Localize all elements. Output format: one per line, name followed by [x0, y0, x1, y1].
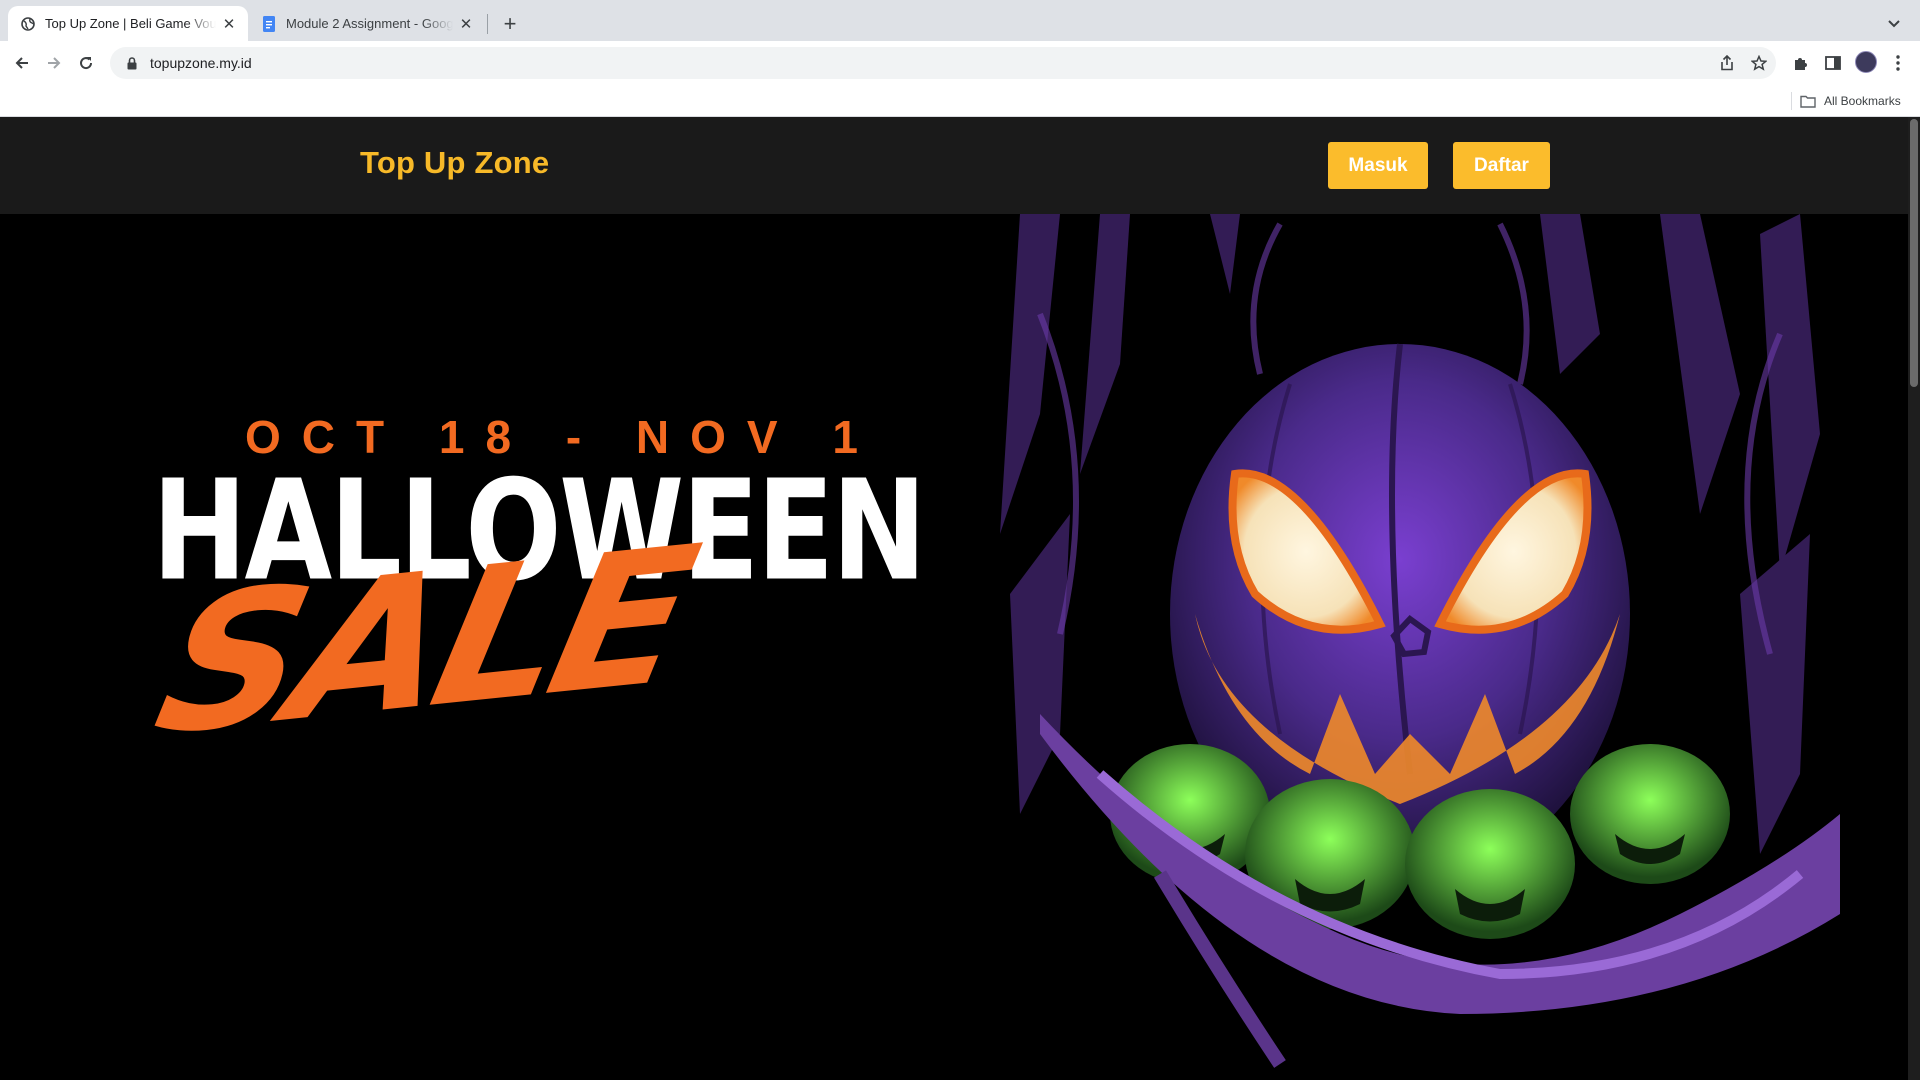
tab-module-2-assignment[interactable]: Module 2 Assignment - Google Docs ✕ — [249, 6, 485, 41]
back-arrow-icon[interactable] — [8, 49, 36, 77]
all-bookmarks-label: All Bookmarks — [1824, 94, 1901, 108]
tab-top-up-zone[interactable]: Top Up Zone | Beli Game Voucher ✕ — [8, 6, 248, 41]
page-viewport: Top Up Zone Masuk Daftar OCT 18 - NOV 1 … — [0, 117, 1920, 1080]
hero-banner[interactable]: OCT 18 - NOV 1 HALLOWEEN SALE — [0, 214, 1908, 1080]
lock-icon[interactable] — [124, 55, 140, 71]
tab-search-chevron-icon[interactable] — [1882, 12, 1906, 36]
address-bar[interactable]: topupzone.my.id — [110, 47, 1776, 79]
more-menu-icon[interactable] — [1890, 53, 1906, 73]
site-header: Top Up Zone Masuk Daftar — [0, 117, 1908, 214]
folder-icon — [1800, 95, 1816, 108]
globe-icon — [20, 16, 36, 32]
close-tab-icon[interactable]: ✕ — [457, 15, 475, 33]
new-tab-plus-icon[interactable]: + — [498, 11, 522, 36]
side-panel-icon[interactable] — [1823, 53, 1843, 73]
tab-title: Module 2 Assignment - Google Docs — [286, 16, 453, 31]
page-scrollbar[interactable] — [1908, 117, 1920, 1080]
docs-icon — [261, 15, 277, 32]
close-tab-icon[interactable]: ✕ — [220, 15, 238, 33]
reload-icon[interactable] — [72, 49, 100, 77]
extensions-puzzle-icon[interactable] — [1791, 53, 1811, 73]
site-logo[interactable]: Top Up Zone — [360, 145, 549, 181]
tab-strip: Top Up Zone | Beli Game Voucher ✕ Module… — [0, 0, 1920, 41]
pumpkin-illustration — [1000, 214, 1840, 1068]
share-icon[interactable] — [1718, 54, 1736, 72]
browser-toolbar: topupzone.my.id — [0, 41, 1920, 85]
forward-arrow-icon[interactable] — [40, 49, 68, 77]
login-button[interactable]: Masuk — [1328, 142, 1428, 189]
tab-title: Top Up Zone | Beli Game Voucher — [45, 16, 216, 31]
url-text: topupzone.my.id — [150, 55, 252, 71]
profile-avatar[interactable] — [1855, 51, 1877, 73]
tab-separator — [487, 14, 488, 34]
register-button[interactable]: Daftar — [1453, 142, 1550, 189]
sale-headline: SALE — [140, 505, 706, 778]
all-bookmarks-button[interactable]: All Bookmarks — [1800, 91, 1901, 111]
bookmarks-separator — [1791, 92, 1792, 110]
scrollbar-thumb[interactable] — [1910, 119, 1918, 387]
bookmarks-bar: All Bookmarks — [0, 85, 1920, 117]
bookmark-star-icon[interactable] — [1750, 54, 1768, 72]
